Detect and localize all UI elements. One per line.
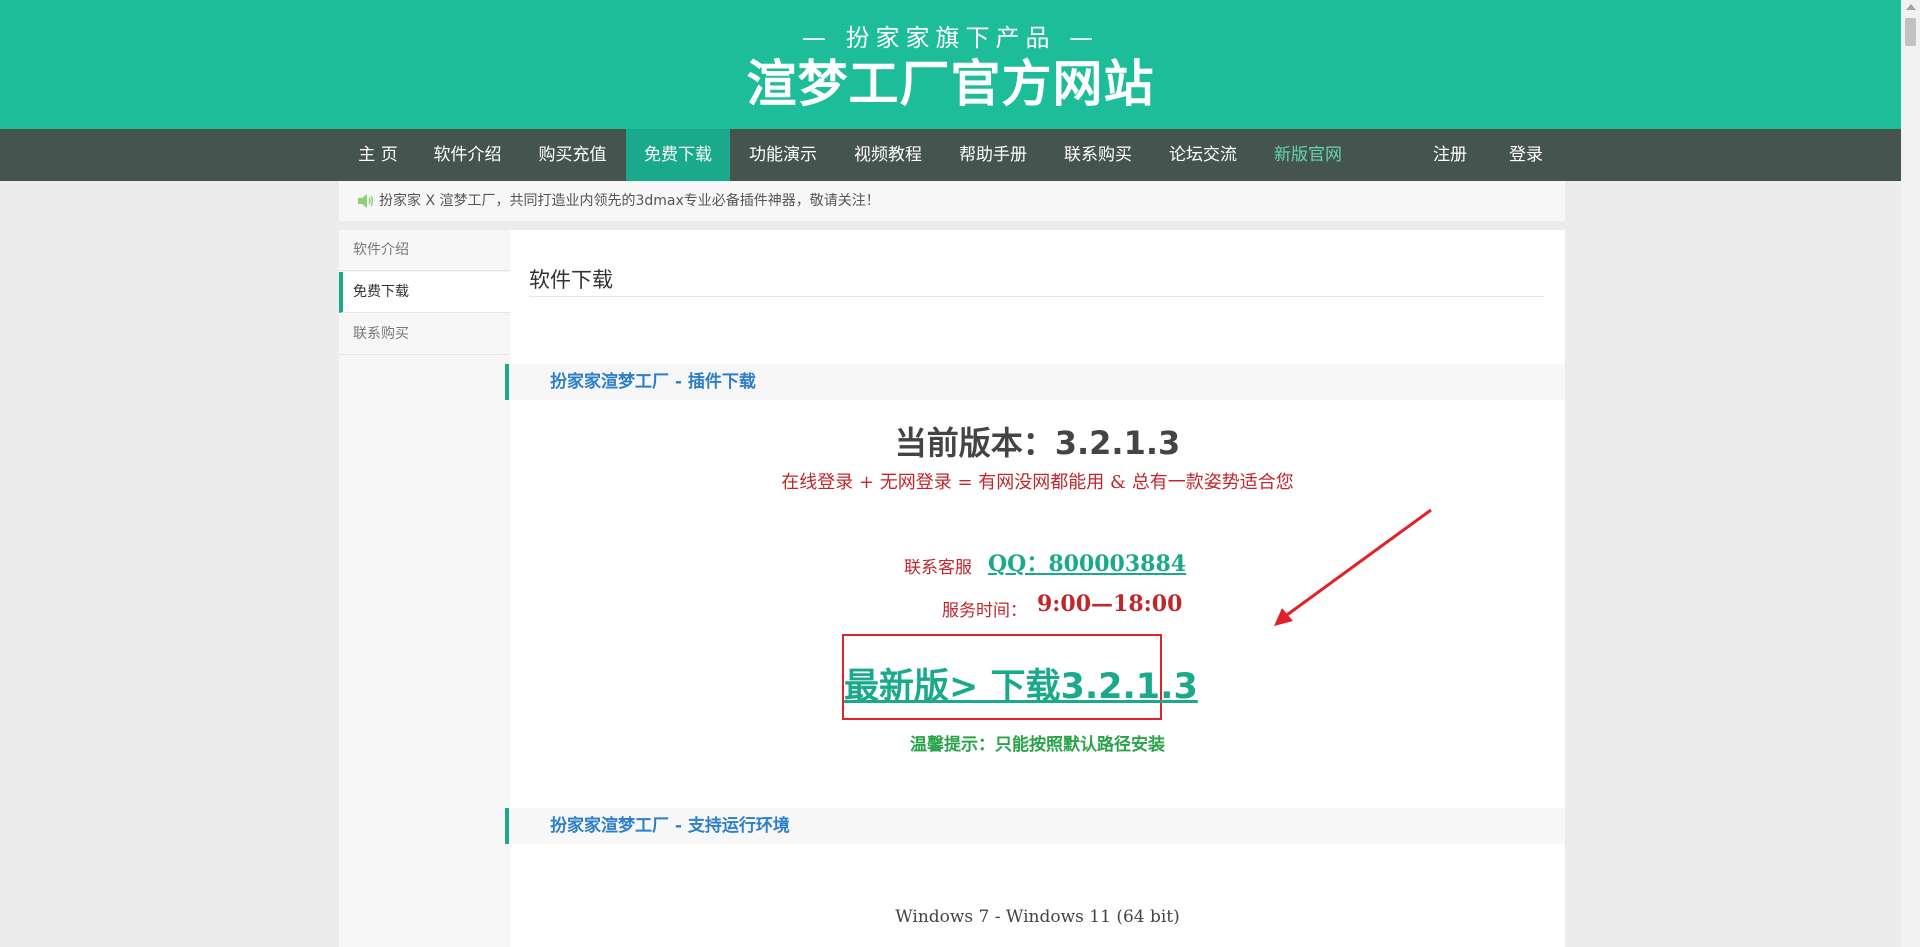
slogan: 在线登录 + 无网登录 = 有网没网都能用 & 总有一款姿势适合您 xyxy=(781,472,1294,493)
nav-forum[interactable]: 论坛交流 xyxy=(1151,129,1255,181)
os-requirement: Windows 7 - Windows 11 (64 bit) xyxy=(895,907,1180,927)
scroll-up-icon[interactable] xyxy=(1906,4,1916,10)
page-title: 软件下载 xyxy=(529,268,613,292)
nav-contact-purchase[interactable]: 联系购买 xyxy=(1045,129,1151,181)
nav-home[interactable]: 主 页 xyxy=(339,129,417,181)
scroll-thumb[interactable] xyxy=(1905,18,1916,46)
nav-login[interactable]: 登录 xyxy=(1488,129,1564,181)
service-hours-value: 9:00—18:00 xyxy=(1037,591,1183,617)
notice-text: 扮家家 X 渲梦工厂，共同打造业内领先的3dmax专业必备插件神器，敬请关注！ xyxy=(379,193,880,209)
section-title-download: 扮家家渲梦工厂 - 插件下载 xyxy=(550,372,756,392)
download-box: 最新版> 下载3.2.1.3 xyxy=(842,634,1198,720)
sidebar: 软件介绍 免费下载 联系购买 xyxy=(339,230,511,947)
speaker-icon xyxy=(358,194,374,208)
nav-free-download[interactable]: 免费下载 xyxy=(626,129,730,181)
site-title[interactable]: 渲梦工厂官方网站 xyxy=(0,44,1901,116)
nav-video-tutorials[interactable]: 视频教程 xyxy=(836,129,940,181)
download-latest-link[interactable]: 最新版> 下载3.2.1.3 xyxy=(844,658,1198,709)
notice-bar: 扮家家 X 渲梦工厂，共同打造业内领先的3dmax专业必备插件神器，敬请关注！ xyxy=(339,181,1565,221)
main-nav: 主 页 软件介绍 购买充值 免费下载 功能演示 视频教程 帮助手册 联系购买 论… xyxy=(0,129,1901,181)
nav-feature-demo[interactable]: 功能演示 xyxy=(730,129,836,181)
red-arrow-icon xyxy=(1274,508,1432,626)
sidebar-item-contact-purchase[interactable]: 联系购买 xyxy=(339,314,510,355)
install-tip: 温馨提示：只能按照默认路径安装 xyxy=(910,735,1165,755)
section-header-environment: 扮家家渲梦工厂 - 支持运行环境 xyxy=(505,808,1565,844)
nav-register[interactable]: 注册 xyxy=(1412,129,1488,181)
section-title-environment: 扮家家渲梦工厂 - 支持运行环境 xyxy=(550,816,790,836)
qq-contact-link[interactable]: QQ：800003884 xyxy=(988,546,1186,578)
site-header: — 扮家家旗下产品 — 渲梦工厂官方网站 xyxy=(0,0,1901,129)
nav-new-site[interactable]: 新版官网 xyxy=(1255,129,1361,181)
sidebar-item-software-intro[interactable]: 软件介绍 xyxy=(339,230,510,271)
sidebar-item-free-download[interactable]: 免费下载 xyxy=(339,272,510,313)
nav-purchase-recharge[interactable]: 购买充值 xyxy=(522,129,623,181)
nav-help-manual[interactable]: 帮助手册 xyxy=(941,129,1045,181)
title-divider xyxy=(529,296,1544,297)
page-scrollbar[interactable] xyxy=(1901,0,1920,947)
contact-label: 联系客服 xyxy=(904,558,972,578)
service-hours-label: 服务时间： xyxy=(942,601,1027,621)
current-version: 当前版本：3.2.1.3 xyxy=(894,424,1181,462)
section-header-download: 扮家家渲梦工厂 - 插件下载 xyxy=(505,364,1565,400)
nav-software-intro[interactable]: 软件介绍 xyxy=(417,129,518,181)
